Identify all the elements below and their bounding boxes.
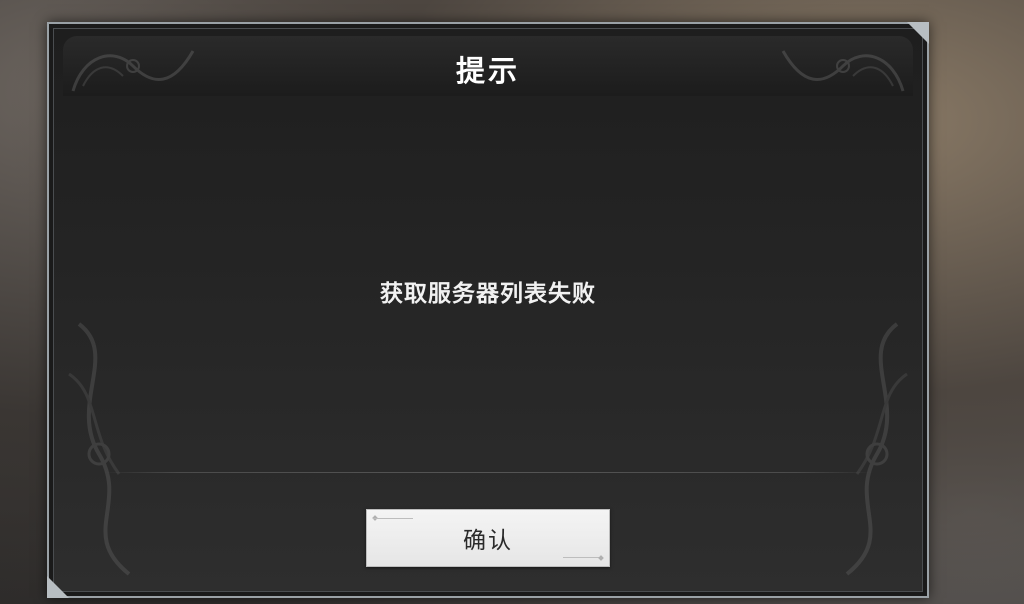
- confirm-button[interactable]: 确认: [366, 509, 610, 567]
- scroll-ornament-icon: [68, 322, 131, 576]
- scroll-ornament-icon: [845, 322, 908, 576]
- alert-dialog: 提示 获取服务器列表失败 确认: [47, 22, 929, 598]
- dialog-message: 获取服务器列表失败: [380, 281, 596, 307]
- dialog-divider: [103, 472, 873, 473]
- confirm-button-label: 确认: [463, 528, 513, 554]
- button-decoration: [373, 518, 413, 519]
- game-background: 提示 获取服务器列表失败 确认: [0, 0, 1024, 604]
- dialog-title: 提示: [455, 54, 520, 88]
